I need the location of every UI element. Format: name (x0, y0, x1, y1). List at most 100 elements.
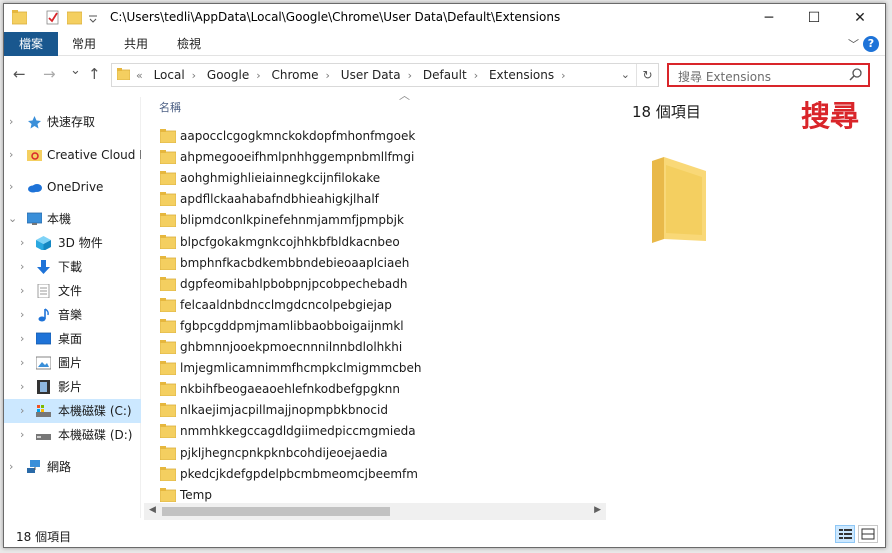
file-name: lmjegmlicamnimmfhcmpkclmigmmcbeh (180, 361, 422, 376)
column-header-name[interactable]: 名稱 (159, 99, 181, 115)
sidebar-item-creative-cloud[interactable]: › Creative Cloud Files (4, 143, 141, 167)
file-name: blpcfgokakmgnkcojhhkbfbldkacnbeo (180, 234, 400, 249)
breadcrumb-item[interactable]: Extensions (489, 64, 554, 86)
sidebar-item-this-pc[interactable]: ⌄ 本機 (4, 207, 141, 231)
file-name: felcaaldnbdncclmgdcncolpebgiejap (180, 297, 392, 312)
chevron-right-icon[interactable]: › (20, 423, 24, 447)
chevron-right-icon[interactable]: › (474, 65, 478, 87)
sidebar-item-pictures[interactable]: › 圖片 (4, 351, 141, 375)
chevron-right-icon[interactable]: › (9, 175, 13, 199)
breadcrumb-item[interactable]: User Data (341, 64, 401, 86)
breadcrumb-item[interactable]: Default (423, 64, 467, 86)
scroll-left-button[interactable]: ◀ (149, 505, 156, 515)
sidebar-item-label: Creative Cloud Files (47, 148, 141, 162)
sidebar-item-downloads[interactable]: › 下載 (4, 255, 141, 279)
chevron-right-icon[interactable]: › (20, 351, 24, 375)
chevron-right-icon[interactable]: › (20, 327, 24, 351)
tab-share[interactable]: 共用 (112, 32, 160, 56)
sidebar-item-drive-c[interactable]: › 本機磁碟 (C:) (4, 399, 141, 423)
chevron-right-icon[interactable]: › (192, 65, 196, 87)
sidebar-item-documents[interactable]: › 文件 (4, 279, 141, 303)
folder-icon (160, 150, 176, 165)
sidebar-item-label: 圖片 (58, 356, 83, 370)
file-name: apdfllckaahabafndbhieahigkjlhalf (180, 192, 379, 207)
chevron-right-icon[interactable]: › (20, 303, 24, 327)
computer-icon (27, 212, 42, 225)
sidebar-item-label: 影片 (58, 380, 83, 394)
up-button[interactable]: ↑ (88, 65, 101, 83)
sidebar-item-quick-access[interactable]: › 快速存取 (4, 110, 141, 134)
folder-icon[interactable] (12, 10, 27, 25)
customize-toolbar-icon[interactable] (88, 14, 98, 24)
scroll-right-button[interactable]: ▶ (594, 505, 601, 515)
new-folder-icon[interactable] (67, 10, 82, 25)
tab-file[interactable]: 檔案 (4, 32, 58, 56)
details-view-icon (839, 529, 852, 539)
sidebar-item-music[interactable]: › 音樂 (4, 303, 141, 327)
chevron-right-icon[interactable]: › (20, 375, 24, 399)
ribbon-expand-icon[interactable]: ﹀ (848, 36, 859, 52)
tab-home[interactable]: 常用 (60, 32, 108, 56)
minimize-button[interactable]: ─ (746, 4, 792, 32)
chevron-right-icon[interactable]: › (20, 255, 24, 279)
breadcrumb-overflow[interactable]: « (136, 65, 143, 87)
chevron-right-icon[interactable]: › (20, 231, 24, 255)
breadcrumb-item[interactable]: Local (154, 64, 185, 86)
chevron-right-icon[interactable]: › (9, 455, 13, 479)
navigation-bar: ← → ⌄ ↑ « Local › Google › Chrome › User Da… (4, 57, 885, 91)
drive-icon (36, 434, 51, 440)
sidebar-item-videos[interactable]: › 影片 (4, 375, 141, 399)
folder-icon (160, 276, 176, 291)
recent-locations-button[interactable]: ⌄ (70, 63, 81, 78)
chevron-down-icon[interactable]: ⌄ (8, 207, 17, 231)
chevron-right-icon[interactable]: › (9, 143, 13, 167)
breadcrumb-item[interactable]: Chrome (271, 64, 318, 86)
maximize-button[interactable]: ☐ (791, 4, 837, 32)
large-icons-view-button[interactable] (858, 525, 878, 543)
breadcrumb-item[interactable]: Google (207, 64, 249, 86)
horizontal-scrollbar[interactable]: ◀ ▶ (144, 503, 606, 520)
help-icon[interactable]: ? (863, 36, 879, 52)
file-name: ahpmegooeifhmlpnhhggempnbmllfmgi (180, 150, 415, 165)
sidebar-item-drive-d[interactable]: › 本機磁碟 (D:) (4, 423, 141, 447)
tab-view[interactable]: 檢視 (165, 32, 213, 56)
folder-icon (160, 171, 176, 186)
sidebar-item-network[interactable]: › 網路 (4, 455, 141, 479)
file-name: pkedcjkdefgpdelpbcmbmeomcjbeemfm (180, 466, 418, 481)
video-icon (37, 380, 50, 394)
document-icon (37, 284, 50, 298)
folder-icon (160, 255, 176, 270)
sidebar-item-label: 音樂 (58, 308, 83, 322)
sidebar-item-onedrive[interactable]: › OneDrive (4, 175, 141, 199)
details-view-button[interactable] (835, 525, 855, 543)
title-bar: C:\Users\tedli\AppData\Local\Google\Chro… (4, 4, 885, 32)
chevron-right-icon[interactable]: › (256, 65, 260, 87)
chevron-down-icon[interactable]: ⌄ (621, 65, 630, 85)
refresh-button[interactable]: ↻ (636, 64, 658, 86)
forward-button[interactable]: → (43, 65, 56, 83)
large-folder-icon (652, 157, 706, 243)
search-input[interactable]: 搜尋 Extensions (678, 68, 771, 85)
chevron-right-icon[interactable]: › (9, 110, 13, 134)
folder-icon (160, 318, 176, 333)
chevron-right-icon[interactable]: › (20, 279, 24, 303)
search-icon[interactable] (848, 67, 863, 82)
chevron-right-icon[interactable]: › (561, 65, 565, 87)
close-button[interactable]: ✕ (837, 4, 883, 32)
address-bar[interactable]: « Local › Google › Chrome › User Data › Defa… (111, 63, 659, 87)
search-box[interactable]: 搜尋 Extensions (667, 63, 870, 87)
folder-icon (160, 466, 176, 481)
chevron-right-icon[interactable]: › (408, 65, 412, 87)
chevron-right-icon[interactable]: › (20, 399, 24, 423)
sidebar-item-3d-objects[interactable]: › 3D 物件 (4, 231, 141, 255)
navigation-pane: › 快速存取 › Creative Cloud Files › OneDrive… (4, 97, 141, 518)
scrollbar-thumb[interactable] (162, 507, 390, 516)
desktop-icon (36, 332, 51, 345)
file-name: pjkljhegncpnkpknbcohdijeoejaedia (180, 445, 388, 460)
back-button[interactable]: ← (13, 65, 26, 83)
sidebar-item-desktop[interactable]: › 桌面 (4, 327, 141, 351)
music-icon (38, 308, 49, 322)
pictures-icon (36, 356, 51, 370)
properties-icon[interactable] (45, 10, 60, 25)
chevron-right-icon[interactable]: › (326, 65, 330, 87)
